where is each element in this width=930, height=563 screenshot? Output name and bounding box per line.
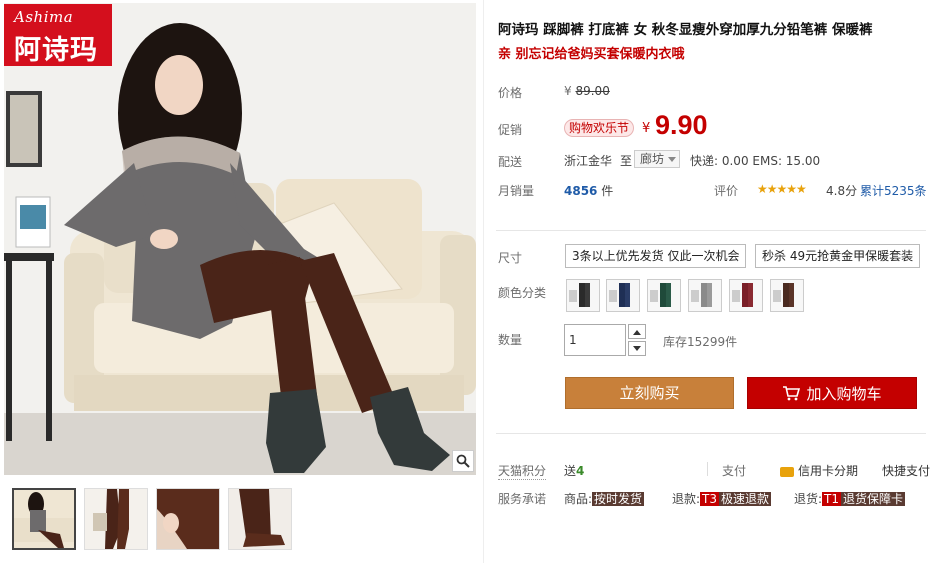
color-swatch-5[interactable] [729, 279, 763, 312]
quantity-decrease-button[interactable] [628, 341, 646, 356]
points-value: 4 [576, 464, 585, 478]
product-title: 阿诗玛 踩脚裤 打底裤 女 秋冬显瘦外穿加厚九分铅笔裤 保暖裤 [498, 22, 873, 38]
main-product-image[interactable] [4, 3, 476, 475]
refund-tag[interactable]: 极速退款 [719, 492, 772, 506]
shipping-from: 浙江金华 [564, 154, 613, 168]
buy-now-button[interactable]: 立刻购买 [565, 377, 734, 409]
refund-label: 退款: [672, 492, 701, 506]
shipping-destination-select[interactable]: 廊坊 [634, 150, 680, 168]
price-label: 价格 [498, 86, 523, 100]
section-divider-2 [496, 433, 926, 434]
tmall-points-label[interactable]: 天猫积分 [498, 462, 547, 480]
credit-installment-label: 信用卡分期 [798, 464, 859, 478]
color-label: 颜色分类 [498, 286, 547, 300]
sales-label: 月销量 [498, 184, 535, 198]
goods-label: 商品: [564, 492, 593, 506]
magnifier-icon[interactable] [452, 450, 474, 472]
rating-stars: ★★★★★ [757, 182, 807, 196]
refund-promise: 退款: T3 极速退款 [672, 490, 772, 507]
refund-code: T3 [700, 492, 720, 506]
product-photo [4, 3, 476, 475]
monthly-sales: 4856 件 [564, 182, 613, 199]
color-swatch-4[interactable] [688, 279, 722, 312]
rating-label: 评价 [714, 184, 739, 198]
goods-tag[interactable]: 按时发货 [592, 492, 645, 506]
thumbnail-1[interactable] [12, 488, 76, 550]
points-pay-divider [707, 462, 708, 476]
goods-promise: 商品: 按时发货 [564, 490, 645, 507]
return-label: 退货: [794, 492, 823, 506]
shipping-cost: 快递: 0.00 EMS: 15.00 [690, 154, 821, 168]
points-send-text: 送 [564, 464, 577, 478]
column-divider [483, 0, 484, 563]
currency-symbol: ¥ [564, 84, 572, 98]
color-swatch-2[interactable] [606, 279, 640, 312]
credit-card-icon [780, 466, 794, 477]
shipping-to-word: 至 [620, 154, 633, 168]
original-price: ¥ 89.00 [564, 84, 610, 98]
original-price-value: 89.00 [575, 84, 610, 98]
promo-price: 9.90 [655, 110, 708, 140]
pay-label: 支付 [722, 464, 747, 478]
quick-pay[interactable]: 快捷支付 [882, 462, 930, 479]
color-swatch-6[interactable] [770, 279, 804, 312]
add-to-cart-button[interactable]: 加入购物车 [747, 377, 917, 409]
section-divider [496, 230, 926, 231]
shipping-label: 配送 [498, 155, 523, 169]
points-info: 送4 [564, 462, 584, 479]
brand-name-cn: 阿诗玛 [14, 35, 98, 66]
promo-badge: 购物欢乐节 [564, 119, 635, 137]
brand-name-en: Ashima [14, 8, 74, 26]
add-to-cart-label: 加入购物车 [806, 384, 882, 403]
promo-currency: ¥ [642, 121, 651, 136]
cart-icon [783, 386, 801, 401]
quantity-label: 数量 [498, 333, 523, 347]
return-tag[interactable]: 退货保障卡 [841, 492, 906, 506]
chevron-down-icon [633, 345, 641, 351]
shipping-destination-value: 廊坊 [640, 152, 665, 166]
size-option-2[interactable]: 秒杀 49元抢黄金甲保暖套装 [755, 244, 921, 268]
return-code: T1 [822, 492, 842, 506]
monthly-sales-value: 4856 [564, 184, 598, 198]
return-promise: 退货: T1 退货保障卡 [794, 490, 906, 507]
size-label: 尺寸 [498, 251, 523, 265]
quantity-input[interactable]: 1 [564, 324, 626, 356]
credit-installment[interactable]: 信用卡分期 [780, 462, 858, 479]
thumbnail-3[interactable] [156, 488, 220, 550]
color-swatch-1[interactable] [566, 279, 600, 312]
thumbnail-4[interactable] [228, 488, 292, 550]
thumbnail-strip [12, 488, 300, 550]
quantity-increase-button[interactable] [628, 324, 646, 339]
product-subtitle: 亲 别忘记给爸妈买套保暖内衣哦 [498, 47, 685, 62]
stock-count: 库存15299件 [663, 335, 738, 349]
brand-logo: Ashima 阿诗玛 [4, 4, 112, 66]
service-promise-label: 服务承诺 [498, 492, 547, 506]
size-option-1[interactable]: 3条以上优先发货 仅此一次机会 [565, 244, 747, 268]
review-count-link[interactable]: 累计5235条 [860, 182, 927, 199]
chevron-up-icon [633, 329, 641, 335]
chevron-down-icon [668, 157, 676, 162]
promo-label: 促销 [498, 123, 523, 137]
thumbnail-2[interactable] [84, 488, 148, 550]
rating-score: 4.8分 [826, 184, 858, 198]
monthly-sales-unit: 件 [601, 184, 614, 198]
color-swatch-3[interactable] [647, 279, 681, 312]
